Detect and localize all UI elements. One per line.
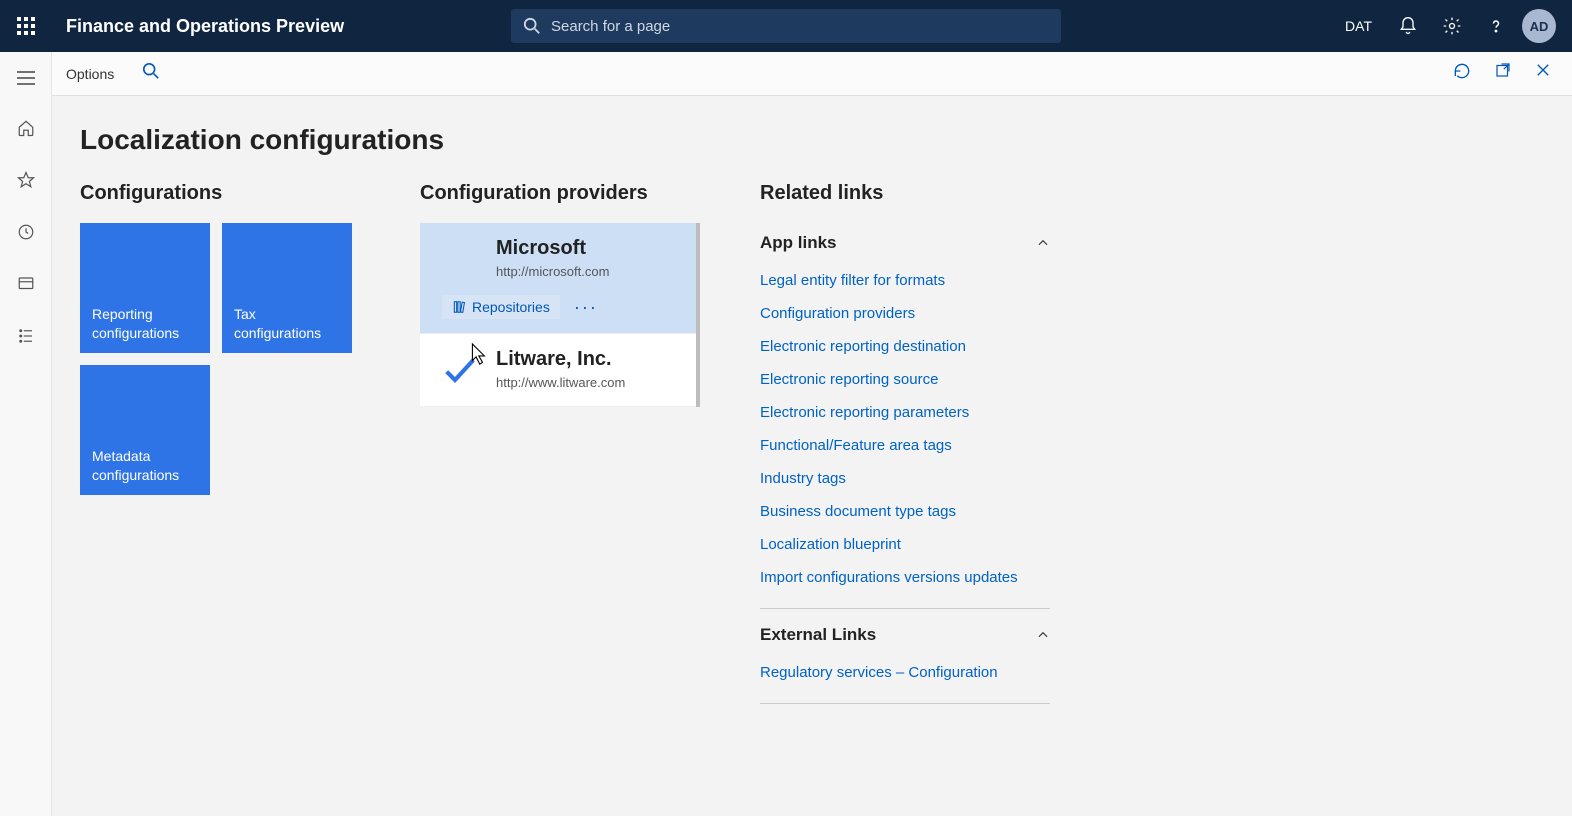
- provider-name: Litware, Inc.: [496, 348, 625, 371]
- link-industry-tags[interactable]: Industry tags: [760, 462, 1050, 495]
- tile-metadata[interactable]: Metadata configurations: [80, 365, 210, 495]
- provider-card-litware[interactable]: Litware, Inc. http://www.litware.com: [420, 334, 696, 407]
- link-import-configs[interactable]: Import configurations versions updates: [760, 561, 1050, 594]
- avatar[interactable]: AD: [1522, 9, 1556, 43]
- link-configuration-providers[interactable]: Configuration providers: [760, 297, 1050, 330]
- link-legal-entity-filter[interactable]: Legal entity filter for formats: [760, 264, 1050, 297]
- close-icon[interactable]: [1534, 61, 1552, 86]
- divider: [760, 608, 1050, 609]
- provider-url: http://www.litware.com: [496, 375, 625, 390]
- tile-label: Tax configurations: [234, 305, 340, 343]
- help-icon[interactable]: [1478, 8, 1514, 44]
- page-search-icon[interactable]: [142, 62, 160, 85]
- link-er-destination[interactable]: Electronic reporting destination: [760, 330, 1050, 363]
- link-regulatory-services[interactable]: Regulatory services – Configuration: [760, 656, 1050, 689]
- command-bar: Options: [52, 52, 1572, 96]
- provider-url: http://microsoft.com: [496, 264, 609, 279]
- app-title: Finance and Operations Preview: [52, 16, 344, 37]
- repositories-label: Repositories: [472, 299, 550, 315]
- chevron-up-icon: [1036, 236, 1050, 250]
- waffle-icon[interactable]: [0, 0, 52, 52]
- workspace-icon[interactable]: [6, 264, 46, 304]
- configurations-section: Configurations Reporting configurations …: [80, 182, 360, 495]
- home-icon[interactable]: [6, 108, 46, 148]
- related-links-section: Related links App links Legal entity fil…: [760, 182, 1050, 710]
- external-links-label: External Links: [760, 625, 876, 645]
- search-placeholder: Search for a page: [551, 18, 670, 35]
- external-links-header[interactable]: External Links: [760, 615, 1050, 656]
- checkmark-icon: [438, 348, 482, 392]
- options-button[interactable]: Options: [66, 66, 114, 82]
- more-icon[interactable]: ···: [574, 297, 598, 318]
- related-links-title: Related links: [760, 182, 1050, 205]
- content-area: Localization configurations Configuratio…: [52, 96, 1572, 816]
- provider-card-microsoft[interactable]: Microsoft http://microsoft.com Repositor…: [420, 223, 696, 334]
- chevron-up-icon: [1036, 628, 1050, 642]
- repositories-icon: [452, 300, 466, 314]
- tile-reporting[interactable]: Reporting configurations: [80, 223, 210, 353]
- top-navbar: Finance and Operations Preview Search fo…: [0, 0, 1572, 52]
- legal-entity[interactable]: DAT: [1345, 18, 1372, 34]
- link-er-source[interactable]: Electronic reporting source: [760, 363, 1050, 396]
- app-links-header[interactable]: App links: [760, 223, 1050, 264]
- tile-label: Reporting configurations: [92, 305, 198, 343]
- tile-tax[interactable]: Tax configurations: [222, 223, 352, 353]
- left-rail: [0, 52, 52, 816]
- link-er-parameters[interactable]: Electronic reporting parameters: [760, 396, 1050, 429]
- app-links-label: App links: [760, 233, 837, 253]
- page-title: Localization configurations: [80, 124, 1544, 156]
- provider-name: Microsoft: [496, 237, 609, 260]
- star-icon[interactable]: [6, 160, 46, 200]
- gear-icon[interactable]: [1434, 8, 1470, 44]
- link-localization-blueprint[interactable]: Localization blueprint: [760, 528, 1050, 561]
- recent-icon[interactable]: [6, 212, 46, 252]
- link-business-doc-tags[interactable]: Business document type tags: [760, 495, 1050, 528]
- refresh-icon[interactable]: [1452, 61, 1472, 86]
- popout-icon[interactable]: [1494, 61, 1512, 86]
- providers-title: Configuration providers: [420, 182, 700, 205]
- hamburger-icon[interactable]: [6, 60, 46, 96]
- providers-section: Configuration providers Microsoft http:/…: [420, 182, 700, 407]
- configurations-title: Configurations: [80, 182, 360, 205]
- modules-icon[interactable]: [6, 316, 46, 356]
- link-functional-tags[interactable]: Functional/Feature area tags: [760, 429, 1050, 462]
- tile-label: Metadata configurations: [92, 447, 198, 485]
- search-icon: [523, 17, 541, 35]
- provider-check-placeholder: [438, 237, 482, 281]
- repositories-button[interactable]: Repositories: [442, 295, 560, 319]
- bell-icon[interactable]: [1390, 8, 1426, 44]
- divider: [760, 703, 1050, 704]
- global-search[interactable]: Search for a page: [511, 9, 1061, 43]
